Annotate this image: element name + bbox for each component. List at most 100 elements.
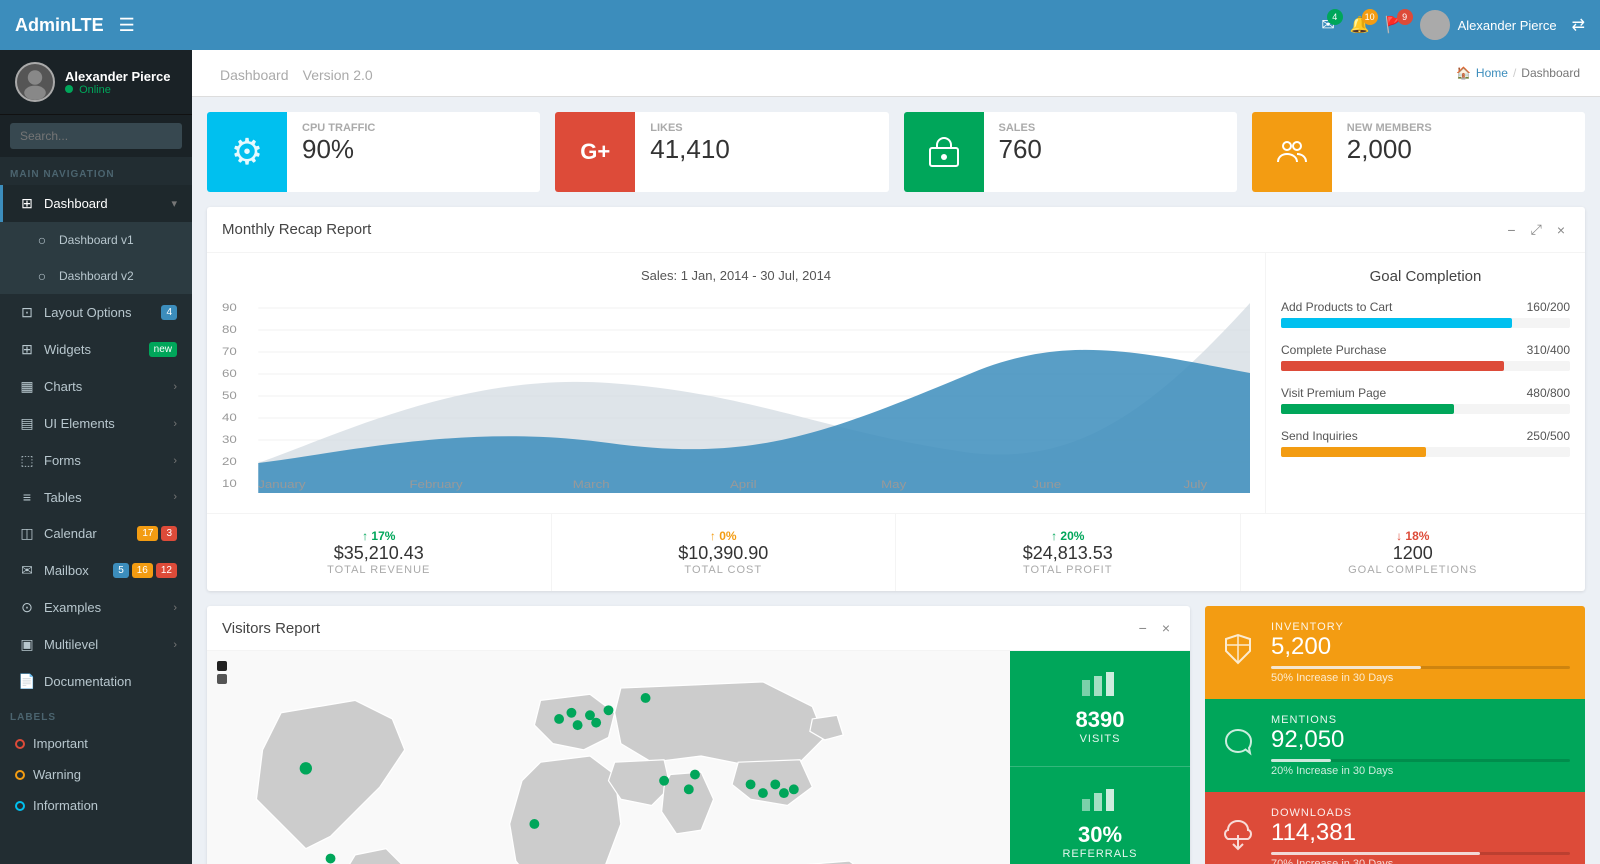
label-warning[interactable]: Warning xyxy=(0,759,192,790)
notifications-button[interactable]: 🔔 10 xyxy=(1350,15,1370,35)
cpu-icon-box: ⚙ xyxy=(207,112,287,192)
inventory-progress-bar xyxy=(1271,666,1421,669)
stat-cost-label: TOTAL COST xyxy=(567,564,881,576)
sidebar-item-dashboard-v1[interactable]: ○ Dashboard v1 xyxy=(0,222,192,258)
info-box-members: NEW MEMBERS 2,000 xyxy=(1252,112,1585,192)
legend-dot-dark xyxy=(217,661,227,671)
sidebar: Alexander Pierce Online MAIN NAVIGATION … xyxy=(0,50,192,864)
visitors-minimize-btn[interactable]: − xyxy=(1134,618,1152,638)
widget-inventory: INVENTORY 5,200 50% Increase in 30 Days xyxy=(1205,606,1585,699)
ui-icon: ▤ xyxy=(18,415,36,432)
mail-button[interactable]: ✉ 4 xyxy=(1321,15,1334,35)
goal-item-premium: Visit Premium Page 480/800 xyxy=(1281,386,1570,414)
members-content: NEW MEMBERS 2,000 xyxy=(1332,112,1447,192)
sidebar-item-mailbox[interactable]: ✉ Mailbox 5 16 12 xyxy=(0,552,192,589)
share-button[interactable]: ⇄ xyxy=(1572,15,1585,35)
brand-logo: AdminLTE xyxy=(15,15,104,36)
referrals-chart-icon xyxy=(1082,787,1118,817)
sidebar-item-charts[interactable]: ▦ Charts › xyxy=(0,368,192,405)
flag-button[interactable]: 🚩 9 xyxy=(1385,15,1405,35)
cpu-label: CPU TRAFFIC xyxy=(302,122,375,134)
label-information[interactable]: Information xyxy=(0,790,192,821)
sales-icon-box xyxy=(904,112,984,192)
stat-revenue-change: ↑ 17% xyxy=(222,529,536,543)
likes-value: 41,410 xyxy=(650,134,730,165)
sidebar-item-ui-elements[interactable]: ▤ UI Elements › xyxy=(0,405,192,442)
layout-badge: 4 xyxy=(161,305,177,320)
svg-text:20: 20 xyxy=(222,455,237,468)
chart-section: Sales: 1 Jan, 2014 - 30 Jul, 2014 90 80 … xyxy=(207,253,1265,513)
goal-label-inquiries: Send Inquiries xyxy=(1281,429,1358,443)
breadcrumb-separator: / xyxy=(1513,66,1516,80)
hamburger-button[interactable]: ☰ xyxy=(119,15,135,36)
sidebar-item-label-examples: Examples xyxy=(44,600,101,615)
inventory-progress-bg xyxy=(1271,666,1570,669)
stat-goals-change: ↓ 18% xyxy=(1256,529,1571,543)
circle-icon: ○ xyxy=(33,232,51,248)
chevron-right-icon-3: › xyxy=(173,455,177,467)
sidebar-item-dashboard[interactable]: ⊞ Dashboard ▾ xyxy=(0,185,192,222)
svg-text:January: January xyxy=(258,478,306,491)
recap-close-btn[interactable]: × xyxy=(1552,219,1570,240)
sidebar-user-profile[interactable]: Alexander Pierce Online xyxy=(0,50,192,115)
sidebar-item-tables[interactable]: ≡ Tables › xyxy=(0,479,192,515)
user-menu[interactable]: Alexander Pierce xyxy=(1420,10,1557,40)
sidebar-item-documentation[interactable]: 📄 Documentation xyxy=(0,663,192,700)
goal-title: Goal Completion xyxy=(1281,268,1570,285)
chart-title: Sales: 1 Jan, 2014 - 30 Jul, 2014 xyxy=(222,268,1250,283)
svg-text:June: June xyxy=(1032,478,1061,491)
visitors-header: Visitors Report − × xyxy=(207,606,1190,651)
recap-expand-btn[interactable]: ⤢ xyxy=(1526,219,1547,240)
downloads-progress-bg xyxy=(1271,852,1570,855)
svg-text:10: 10 xyxy=(222,477,237,490)
goal-value-inquiries: 250/500 xyxy=(1527,429,1570,443)
info-boxes: ⚙ CPU TRAFFIC 90% G+ LIKES 41,410 xyxy=(207,112,1585,192)
sidebar-item-label-calendar: Calendar xyxy=(44,526,97,541)
goal-item-purchase: Complete Purchase 310/400 xyxy=(1281,343,1570,371)
sidebar-item-forms[interactable]: ⬚ Forms › xyxy=(0,442,192,479)
sidebar-item-multilevel[interactable]: ▣ Multilevel › xyxy=(0,626,192,663)
sidebar-item-widgets[interactable]: ⊞ Widgets new xyxy=(0,331,192,368)
goal-bar-inquiries xyxy=(1281,447,1426,457)
recap-minimize-btn[interactable]: − xyxy=(1502,219,1520,240)
sidebar-item-calendar[interactable]: ◫ Calendar 17 3 xyxy=(0,515,192,552)
svg-text:60: 60 xyxy=(222,367,237,380)
downloads-progress-bar xyxy=(1271,852,1480,855)
labels-section-label: LABELS xyxy=(0,700,192,728)
tables-icon: ≡ xyxy=(18,489,36,505)
visitors-close-btn[interactable]: × xyxy=(1157,618,1175,638)
warning-dot xyxy=(15,770,25,780)
label-important[interactable]: Important xyxy=(0,728,192,759)
calendar-badge-1: 17 xyxy=(137,526,158,541)
goal-item-inquiries: Send Inquiries 250/500 xyxy=(1281,429,1570,457)
breadcrumb-home[interactable]: Home xyxy=(1476,66,1508,80)
likes-content: LIKES 41,410 xyxy=(635,112,745,192)
top-nav-left: AdminLTE ☰ xyxy=(15,15,135,36)
inventory-label: INVENTORY xyxy=(1271,621,1570,633)
info-box-cpu: ⚙ CPU TRAFFIC 90% xyxy=(207,112,540,192)
sidebar-search-container xyxy=(0,115,192,157)
mail-badge: 4 xyxy=(1327,9,1343,25)
stat-cost: ↑ 0% $10,390.90 TOTAL COST xyxy=(552,514,897,591)
inventory-icon xyxy=(1220,631,1256,675)
downloads-value: 114,381 xyxy=(1271,819,1570,847)
breadcrumb-current: Dashboard xyxy=(1521,66,1580,80)
sidebar-item-label-docs: Documentation xyxy=(44,674,131,689)
layout-icon: ⊡ xyxy=(18,304,36,321)
label-important-text: Important xyxy=(33,736,88,751)
sidebar-item-label-v1: Dashboard v1 xyxy=(59,233,134,247)
sidebar-item-dashboard-v2[interactable]: ○ Dashboard v2 xyxy=(0,258,192,294)
stat-profit: ↑ 20% $24,813.53 TOTAL PROFIT xyxy=(896,514,1241,591)
goal-label-purchase: Complete Purchase xyxy=(1281,343,1386,357)
page-title: Dashboard Version 2.0 xyxy=(212,60,373,86)
search-input[interactable] xyxy=(10,123,182,149)
docs-icon: 📄 xyxy=(18,673,36,690)
inventory-value: 5,200 xyxy=(1271,633,1570,661)
visitors-tools: − × xyxy=(1134,618,1175,638)
sidebar-item-examples[interactable]: ⊙ Examples › xyxy=(0,589,192,626)
members-label: NEW MEMBERS xyxy=(1347,122,1432,134)
mentions-progress-bg xyxy=(1271,759,1570,762)
sidebar-item-layout-options[interactable]: ⊡ Layout Options 4 xyxy=(0,294,192,331)
calendar-badge-2: 3 xyxy=(161,526,177,541)
downloads-icon xyxy=(1220,817,1256,861)
